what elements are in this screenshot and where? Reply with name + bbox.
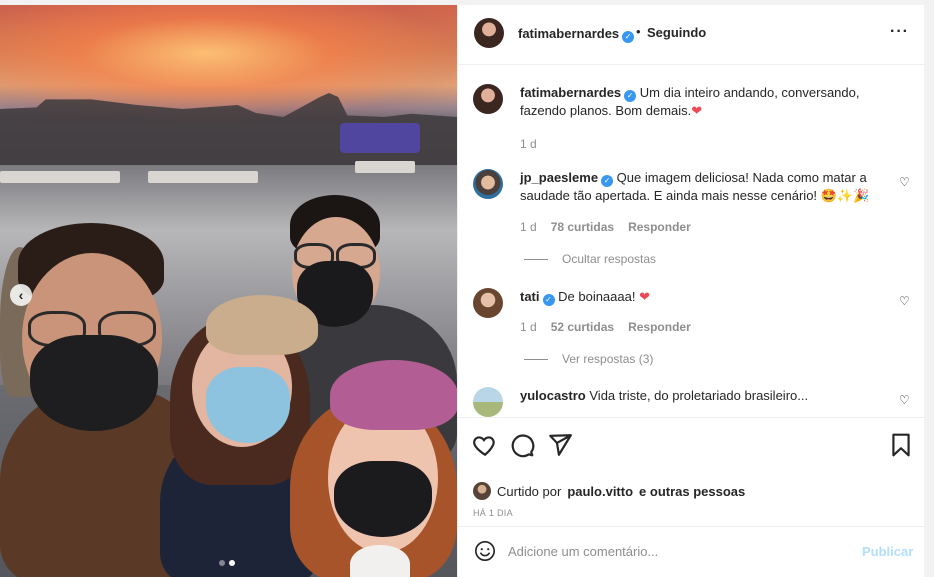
liked-prefix: Curtido por [497, 483, 562, 499]
chevron-left-icon: ‹ [18, 287, 24, 303]
divider [524, 258, 548, 260]
heart-emoji: ❤ [691, 103, 703, 118]
illuminated-building [340, 123, 420, 153]
avatar[interactable] [473, 387, 503, 417]
reply-button[interactable]: Responder [628, 320, 691, 334]
liked-others[interactable]: e outras pessoas [639, 484, 745, 499]
username[interactable]: fatimabernardes [520, 85, 621, 100]
screenshot-frame: ‹ fatimabernardes ✓ • Seguindo ··· fatima… [0, 0, 934, 577]
verified-badge-icon: ✓ [601, 175, 614, 187]
more-horizontal-icon: ··· [890, 23, 909, 40]
caption: fatimabernardes ✓ Um dia inteiro andando,… [473, 84, 913, 154]
boat [148, 171, 258, 183]
verified-badge-icon: ✓ [622, 31, 635, 43]
following-button[interactable]: Seguindo [647, 25, 706, 40]
share-send-icon[interactable] [547, 432, 573, 458]
boat [0, 171, 120, 183]
avatar[interactable] [474, 18, 504, 48]
boat [355, 161, 415, 173]
avatar[interactable] [473, 288, 503, 318]
post-photo[interactable]: ‹ [0, 5, 457, 577]
beret [330, 360, 457, 430]
heart-outline-icon[interactable]: ♡ [899, 294, 910, 308]
timestamp[interactable]: 1 d [520, 137, 537, 151]
comment: jp_paesleme ✓ Que imagem deliciosa! Nada … [473, 169, 913, 269]
verified-badge-icon: ✓ [542, 294, 555, 306]
emoji: 🤩✨🎉 [820, 188, 870, 203]
replies-toggle-label[interactable]: Ocultar respostas [562, 252, 656, 266]
username[interactable]: yulocastro [520, 388, 586, 403]
avatar[interactable] [473, 169, 503, 199]
post-actions: Curtido por paulo.vitto e outras pessoas… [458, 417, 925, 525]
comment-body: De boinaaaa! [558, 289, 636, 304]
comment-meta: 1 d 52 curtidas Responder [520, 320, 691, 334]
publish-button[interactable]: Publicar [862, 544, 913, 559]
face-mask [334, 461, 432, 537]
username[interactable]: fatimabernardes [518, 26, 619, 41]
username[interactable]: tati [520, 289, 540, 304]
comment-meta: 1 d [520, 137, 537, 151]
face-mask [206, 367, 290, 443]
comment-body: Vida triste, do proletariado brasileiro.… [589, 388, 809, 403]
comment-meta: 1 d 78 curtidas Responder [520, 220, 691, 234]
liked-by: Curtido por paulo.vitto e outras pessoas [473, 482, 745, 500]
avatar[interactable] [473, 482, 491, 500]
comments-list[interactable]: fatimabernardes ✓ Um dia inteiro andando,… [458, 65, 925, 417]
post-timestamp[interactable]: HÁ 1 DIA [473, 508, 513, 518]
avatar[interactable] [473, 84, 503, 114]
view-replies-button[interactable]: Ver respostas (3) [524, 352, 653, 366]
likes-count[interactable]: 78 curtidas [551, 220, 614, 234]
carousel-dots [219, 560, 235, 566]
timestamp[interactable]: 1 d [520, 220, 537, 234]
username[interactable]: jp_paesleme [520, 170, 598, 185]
comment-input[interactable] [508, 539, 848, 563]
separator: • [636, 24, 641, 39]
likes-count[interactable]: 52 curtidas [551, 320, 614, 334]
replies-toggle-label[interactable]: Ver respostas (3) [562, 352, 653, 366]
emoji-smiley-icon[interactable] [474, 540, 496, 562]
verified-badge-icon: ✓ [624, 90, 637, 102]
divider [524, 358, 548, 360]
like-heart-icon[interactable] [472, 432, 498, 458]
comment-bubble-icon[interactable] [509, 432, 535, 458]
carousel-dot [219, 560, 225, 566]
add-comment-form: Publicar [458, 526, 925, 577]
carousel-prev-button[interactable]: ‹ [10, 284, 32, 306]
face-mask [30, 335, 158, 431]
timestamp[interactable]: 1 d [520, 320, 537, 334]
comment-text: jp_paesleme ✓ Que imagem deliciosa! Nada … [520, 169, 890, 205]
more-options-button[interactable]: ··· [890, 23, 909, 41]
post-header: fatimabernardes ✓ • Seguindo ··· [458, 5, 925, 65]
comment: yulocastro Vida triste, do proletariado … [473, 387, 913, 417]
beret [206, 295, 318, 355]
caption-text: fatimabernardes ✓ Um dia inteiro andando,… [520, 84, 890, 120]
comment: tati ✓ De boinaaaa! ❤ ♡ 1 d 52 curtidas R… [473, 288, 913, 388]
heart-emoji: ❤ [639, 289, 650, 304]
post-detail-panel: fatimabernardes ✓ • Seguindo ··· fatimabe… [457, 5, 925, 577]
heart-outline-icon[interactable]: ♡ [899, 393, 910, 407]
hide-replies-button[interactable]: Ocultar respostas [524, 252, 656, 266]
liked-user[interactable]: paulo.vitto [567, 484, 633, 499]
post-author[interactable]: fatimabernardes ✓ [518, 25, 635, 43]
carousel-dot-active [229, 560, 235, 566]
heart-outline-icon[interactable]: ♡ [899, 175, 910, 189]
bookmark-icon[interactable] [888, 432, 914, 458]
comment-text: tati ✓ De boinaaaa! ❤ [520, 288, 890, 306]
reply-button[interactable]: Responder [628, 220, 691, 234]
person-shirt [350, 545, 410, 577]
comment-text: yulocastro Vida triste, do proletariado … [520, 387, 890, 405]
